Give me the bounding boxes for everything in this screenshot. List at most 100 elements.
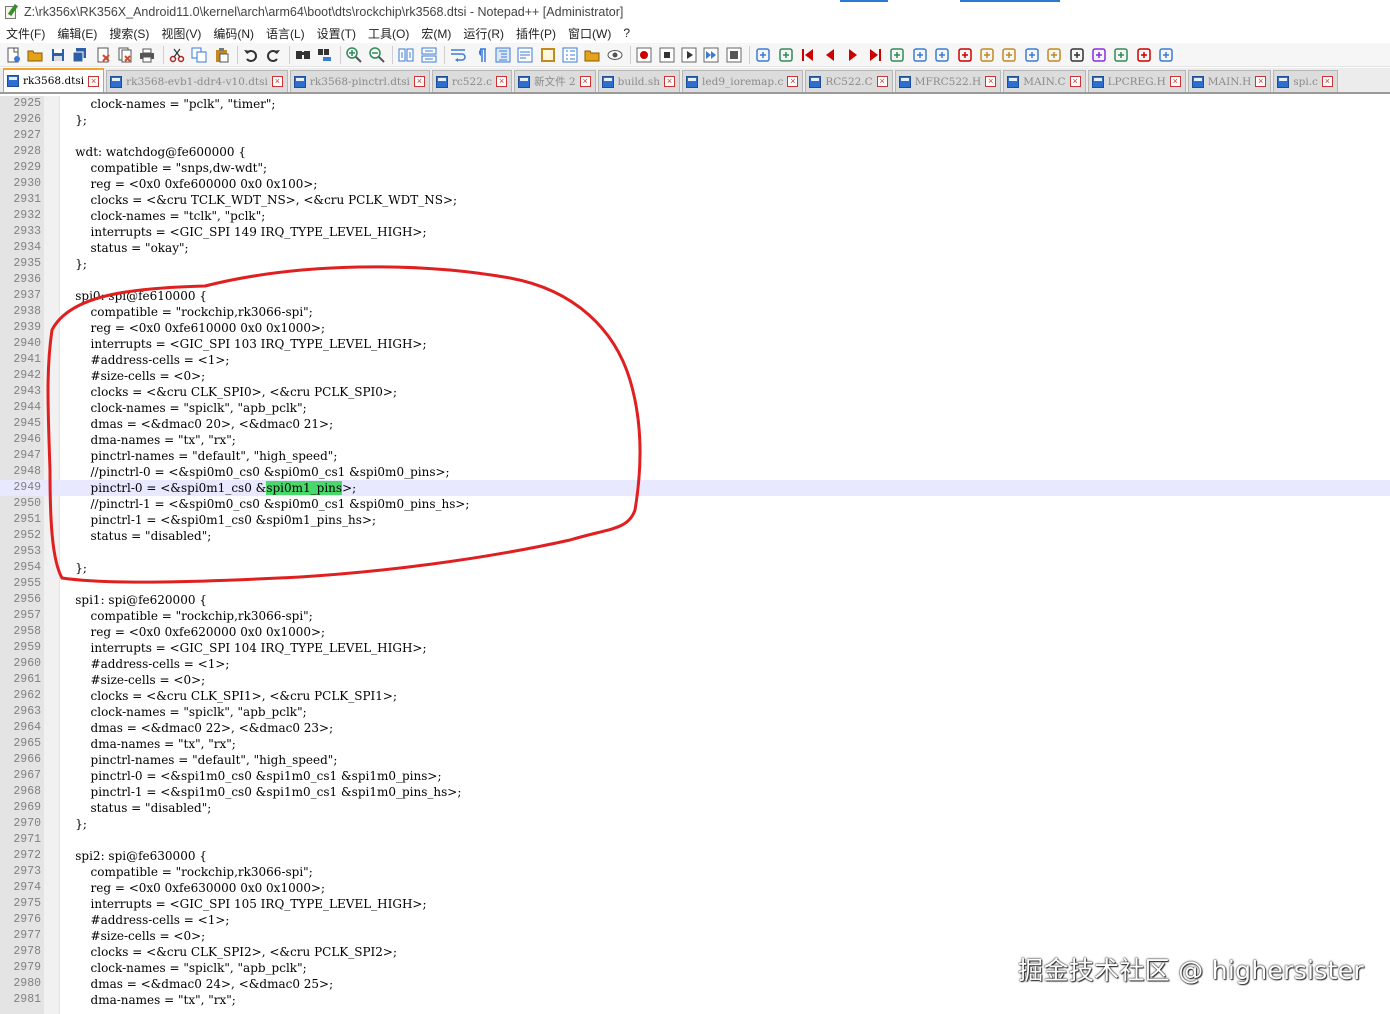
code-line[interactable]: 2929 compatible = "snps,dw-wdt"; (0, 160, 1390, 176)
user-language-icon[interactable] (515, 45, 535, 65)
copy-icon[interactable] (189, 45, 209, 65)
monitoring-icon[interactable] (605, 45, 625, 65)
code-line[interactable]: 2946 dma-names = "tx", "rx"; (0, 432, 1390, 448)
folder-workspace-icon[interactable] (582, 45, 602, 65)
save-icon[interactable] (48, 45, 68, 65)
code-line[interactable]: 2965 dma-names = "tx", "rx"; (0, 736, 1390, 752)
menu-item[interactable]: 宏(M) (421, 25, 451, 42)
plugin-k-icon[interactable] (1067, 45, 1087, 65)
code-line[interactable]: 2951 pinctrl-1 = <&spi0m1_cs0 &spi0m1_pi… (0, 512, 1390, 528)
code-line[interactable]: 2933 interrupts = <GIC_SPI 149 IRQ_TYPE_… (0, 224, 1390, 240)
menu-item[interactable]: 窗口(W) (568, 25, 611, 42)
code-line[interactable]: 2969 status = "disabled"; (0, 800, 1390, 816)
plugin-g-icon[interactable] (977, 45, 997, 65)
code-line[interactable]: 2955 (0, 576, 1390, 592)
cut-icon[interactable] (167, 45, 187, 65)
menu-item[interactable]: 设置(T) (317, 25, 356, 42)
close-all-icon[interactable] (115, 45, 135, 65)
file-tab[interactable]: spi.c × (1273, 70, 1338, 92)
tab-close-icon[interactable]: × (413, 76, 425, 87)
file-tab[interactable]: led9_ioremap.c × (682, 70, 804, 92)
code-line[interactable]: 2948 //pinctrl-0 = <&spi0m0_cs0 &spi0m0_… (0, 464, 1390, 480)
code-line[interactable]: 2974 reg = <0x0 0xfe630000 0x0 0x1000>; (0, 880, 1390, 896)
open-file-icon[interactable] (25, 45, 45, 65)
tab-close-icon[interactable]: × (1321, 76, 1333, 87)
show-all-chars-icon[interactable] (470, 45, 490, 65)
code-line[interactable]: 2953 (0, 544, 1390, 560)
tab-close-icon[interactable]: × (496, 76, 508, 87)
tab-close-icon[interactable]: × (579, 76, 591, 87)
tab-close-icon[interactable]: × (1169, 76, 1181, 87)
menu-item[interactable]: ? (623, 26, 630, 40)
plugin-j-icon[interactable] (1044, 45, 1064, 65)
file-tab[interactable]: MAIN.H × (1187, 70, 1272, 92)
paste-icon[interactable] (212, 45, 232, 65)
code-line[interactable]: 2944 clock-names = "spiclk", "apb_pclk"; (0, 400, 1390, 416)
plugin-c-icon[interactable] (887, 45, 907, 65)
code-line[interactable]: 2975 interrupts = <GIC_SPI 105 IRQ_TYPE_… (0, 896, 1390, 912)
code-line[interactable]: 2964 dmas = <&dmac0 22>, <&dmac0 23>; (0, 720, 1390, 736)
menu-item[interactable]: 编码(N) (213, 25, 254, 42)
indent-guide-icon[interactable] (493, 45, 513, 65)
file-tab[interactable]: rc522.c × (431, 70, 513, 92)
code-line[interactable]: 2954 }; (0, 560, 1390, 576)
plugin-h-icon[interactable] (999, 45, 1019, 65)
code-line[interactable]: 2958 reg = <0x0 0xfe620000 0x0 0x1000>; (0, 624, 1390, 640)
zoom-in-icon[interactable] (344, 45, 364, 65)
sync-vertical-icon[interactable] (396, 45, 416, 65)
zoom-out-icon[interactable] (367, 45, 387, 65)
code-line[interactable]: 2941 #address-cells = <1>; (0, 352, 1390, 368)
code-line[interactable]: 2972 spi2: spi@fe630000 { (0, 848, 1390, 864)
plugin-n-icon[interactable] (1134, 45, 1154, 65)
redo-icon[interactable] (263, 45, 283, 65)
next-icon[interactable] (843, 45, 863, 65)
plugin-a-icon[interactable] (753, 45, 773, 65)
code-line[interactable]: 2962 clocks = <&cru CLK_SPI1>, <&cru PCL… (0, 688, 1390, 704)
plugin-f-icon[interactable] (955, 45, 975, 65)
menu-item[interactable]: 视图(V) (161, 25, 201, 42)
code-editor[interactable]: 2925 clock-names = "pclk", "timer"; 2926 … (0, 96, 1390, 1014)
file-tab[interactable]: RC522.C × (805, 70, 893, 92)
code-line[interactable]: 2937 spi0: spi@fe610000 { (0, 288, 1390, 304)
code-line[interactable]: 2960 #address-cells = <1>; (0, 656, 1390, 672)
function-list-icon[interactable] (560, 45, 580, 65)
file-tab[interactable]: rk3568-evb1-ddr4-v10.dtsi × (106, 70, 288, 92)
tab-close-icon[interactable]: × (1069, 76, 1081, 87)
code-line[interactable]: 2957 compatible = "rockchip,rk3066-spi"; (0, 608, 1390, 624)
code-line[interactable]: 2952 status = "disabled"; (0, 528, 1390, 544)
code-line[interactable]: 2976 #address-cells = <1>; (0, 912, 1390, 928)
code-line[interactable]: 2942 #size-cells = <0>; (0, 368, 1390, 384)
plugin-m-icon[interactable] (1111, 45, 1131, 65)
code-line[interactable]: 2977 #size-cells = <0>; (0, 928, 1390, 944)
tab-close-icon[interactable]: × (1255, 76, 1267, 87)
sync-horizontal-icon[interactable] (419, 45, 439, 65)
first-icon[interactable] (798, 45, 818, 65)
word-wrap-icon[interactable] (448, 45, 468, 65)
plugin-l-icon[interactable] (1089, 45, 1109, 65)
code-line[interactable]: 2973 compatible = "rockchip,rk3066-spi"; (0, 864, 1390, 880)
tab-close-icon[interactable]: × (271, 76, 283, 87)
code-line[interactable]: 2945 dmas = <&dmac0 20>, <&dmac0 21>; (0, 416, 1390, 432)
menu-item[interactable]: 搜索(S) (109, 25, 149, 42)
plugin-e-icon[interactable] (932, 45, 952, 65)
stop-record-icon[interactable] (657, 45, 677, 65)
close-icon[interactable] (93, 45, 113, 65)
code-line[interactable]: 2967 pinctrl-0 = <&spi1m0_cs0 &spi1m0_cs… (0, 768, 1390, 784)
playback-icon[interactable] (679, 45, 699, 65)
tab-close-icon[interactable]: × (876, 76, 888, 87)
menu-item[interactable]: 插件(P) (516, 25, 556, 42)
code-line[interactable]: 2950 //pinctrl-1 = <&spi0m0_cs0 &spi0m0_… (0, 496, 1390, 512)
code-line[interactable]: 2968 pinctrl-1 = <&spi1m0_cs0 &spi1m0_cs… (0, 784, 1390, 800)
menu-item[interactable]: 文件(F) (6, 25, 45, 42)
code-line[interactable]: 2927 (0, 128, 1390, 144)
tab-close-icon[interactable]: × (664, 76, 676, 87)
code-line[interactable]: 2926 }; (0, 112, 1390, 128)
menu-item[interactable]: 语言(L) (266, 25, 305, 42)
code-line[interactable]: 2970 }; (0, 816, 1390, 832)
code-line[interactable]: 2938 compatible = "rockchip,rk3066-spi"; (0, 304, 1390, 320)
tab-close-icon[interactable]: × (787, 76, 799, 87)
plugin-b-icon[interactable] (776, 45, 796, 65)
code-line[interactable]: 2966 pinctrl-names = "default", "high_sp… (0, 752, 1390, 768)
file-tab[interactable]: MAIN.C × (1003, 70, 1086, 92)
code-line[interactable]: 2939 reg = <0x0 0xfe610000 0x0 0x1000>; (0, 320, 1390, 336)
